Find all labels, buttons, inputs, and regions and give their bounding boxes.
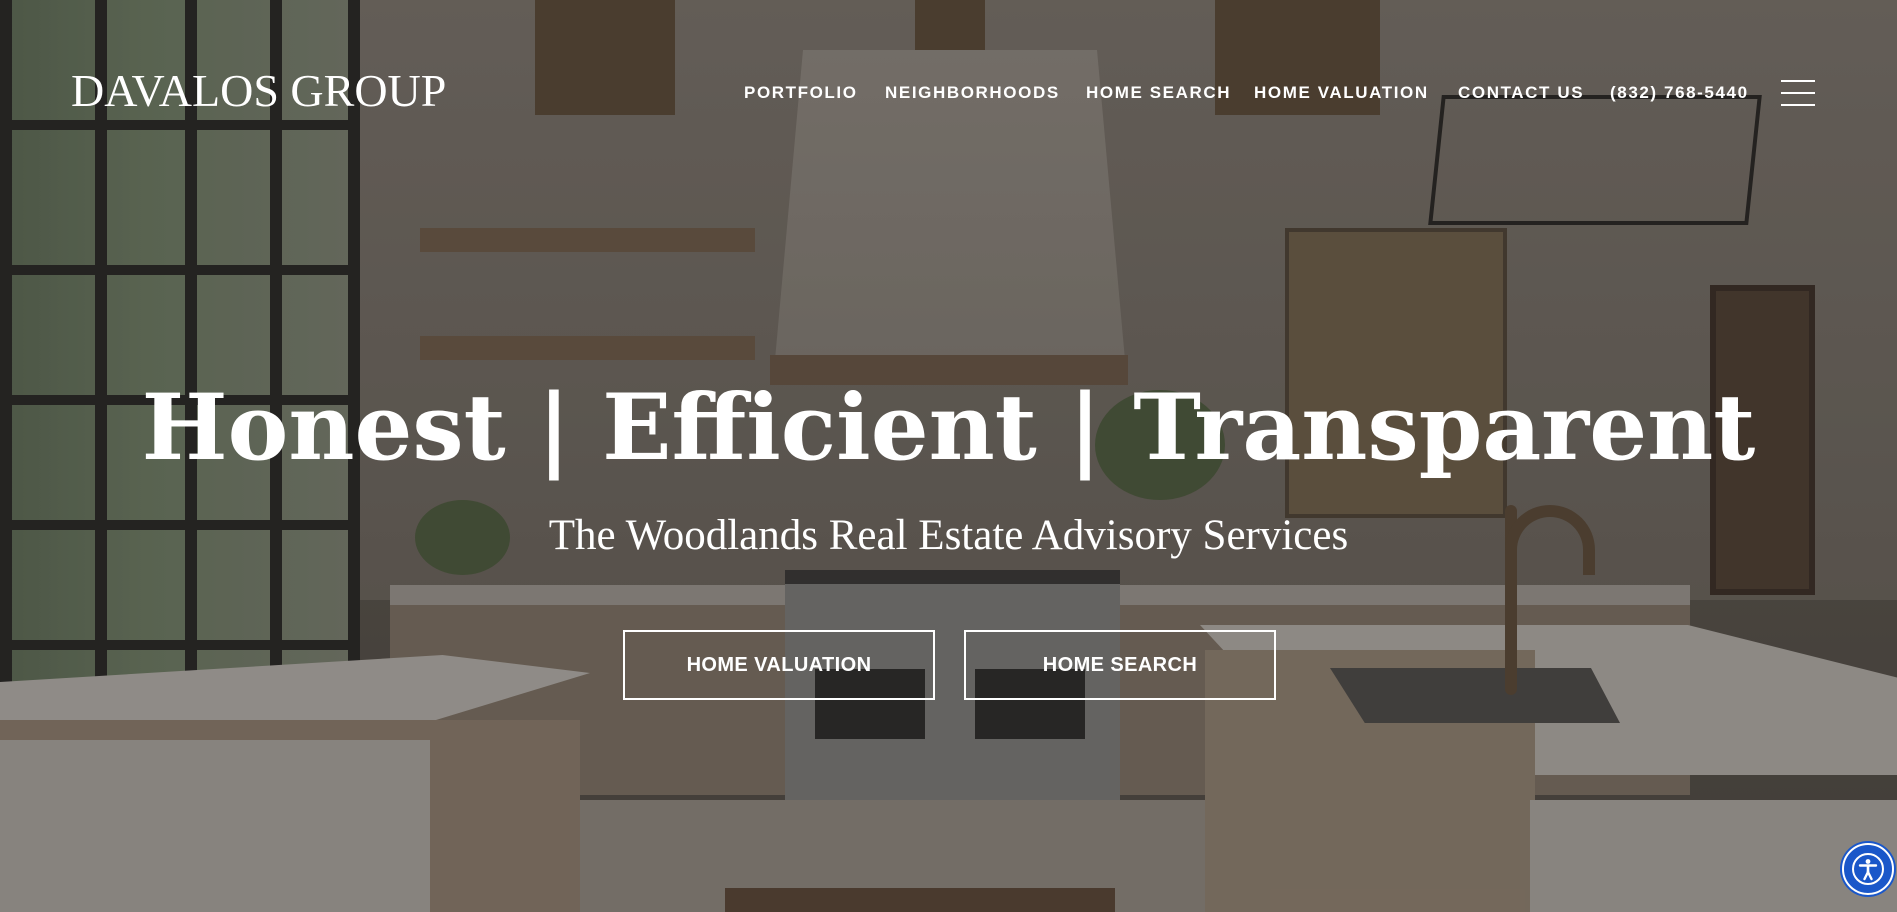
accessibility-widget-button[interactable] [1842, 843, 1894, 895]
hero-headline: Honest | Efficient | Transparent [141, 375, 1756, 481]
home-search-button[interactable]: HOME SEARCH [964, 630, 1276, 700]
hamburger-menu-icon[interactable] [1781, 80, 1815, 106]
nav-item-home-search[interactable]: HOME SEARCH [1086, 82, 1231, 104]
nav-item-portfolio[interactable]: PORTFOLIO [744, 82, 858, 104]
hero-subheadline: The Woodlands Real Estate Advisory Servi… [548, 512, 1349, 559]
nav-phone-link[interactable]: (832) 768-5440 [1610, 82, 1749, 104]
nav-item-neighborhoods[interactable]: NEIGHBORHOODS [885, 82, 1060, 104]
nav-item-home-valuation[interactable]: HOME VALUATION [1254, 82, 1429, 104]
site-header: DAVALOS GROUP PORTFOLIO NEIGHBORHOODS HO… [0, 0, 1897, 186]
hero-section: DAVALOS GROUP PORTFOLIO NEIGHBORHOODS HO… [0, 0, 1897, 912]
home-valuation-button[interactable]: HOME VALUATION [623, 630, 935, 700]
site-logo[interactable]: DAVALOS GROUP [71, 68, 446, 114]
nav-item-contact-us[interactable]: CONTACT US [1458, 82, 1584, 104]
accessibility-icon [1852, 853, 1884, 885]
